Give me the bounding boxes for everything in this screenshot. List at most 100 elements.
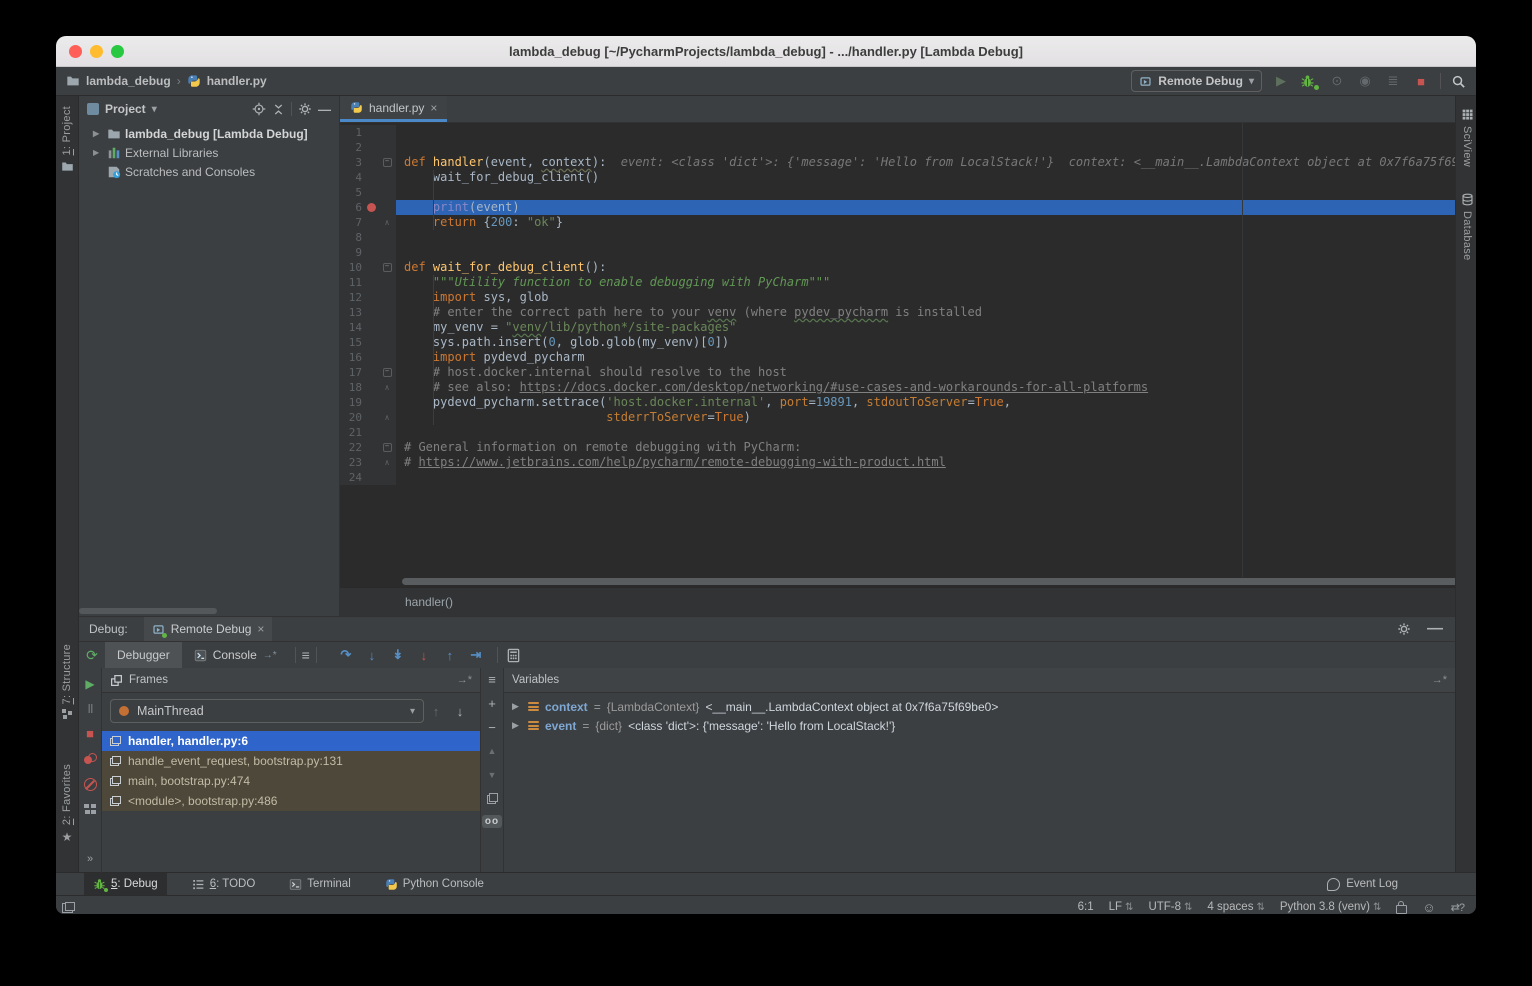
zoom-window-button[interactable] [111,45,124,58]
variable-row[interactable]: ▶context = {LambdaContext} <__main__.Lam… [504,697,1455,716]
move-up-icon[interactable]: ▲ [488,745,497,758]
profiler-button[interactable]: ◉ [1356,73,1374,89]
tab-debugger[interactable]: Debugger [105,642,182,668]
code-text[interactable] [396,125,1476,140]
code-text[interactable]: wait_for_debug_client() [396,170,1476,185]
code-text[interactable]: def wait_for_debug_client(): [396,260,1476,275]
editor-tab-handler[interactable]: handler.py × [340,96,447,122]
more-icon[interactable]: » [87,853,93,865]
code-line-19[interactable]: 19 pydevd_pycharm.settrace('host.docker.… [340,395,1476,410]
breadcrumb-function[interactable]: handler() [405,595,453,609]
variable-row[interactable]: ▶event = {dict} <class 'dict'>: {'messag… [504,716,1455,735]
code-text[interactable]: # see also: https://docs.docker.com/desk… [396,380,1476,395]
duplicate-icon[interactable] [487,793,498,804]
code-line-24[interactable]: 24 [340,470,1476,485]
code-area[interactable]: 123−def handler(event, context): event: … [340,123,1476,577]
step-into-my-code-icon[interactable]: ↓ [411,648,437,663]
fold-marker-area[interactable]: ∧ [380,380,394,395]
editor-gutter[interactable]: 8 [340,230,396,245]
search-icon[interactable] [1451,74,1466,89]
code-text[interactable]: def handler(event, context): event: <cla… [396,155,1476,170]
next-frame-icon[interactable]: ↓ [448,704,472,719]
run-button[interactable]: ▶ [1272,73,1290,89]
code-line-11[interactable]: 11 """Utility function to enable debuggi… [340,275,1476,290]
editor-gutter[interactable]: 4 [340,170,396,185]
tool-window-quick-access-icon[interactable] [62,902,75,913]
stack-frame-row[interactable]: handle_event_request, bootstrap.py:131 [102,751,480,771]
debug-button[interactable] [1300,74,1318,89]
sync-icon[interactable]: ⇄? [1451,901,1464,914]
editor-gutter[interactable]: 20∧ [340,410,396,425]
editor-gutter[interactable]: 21 [340,425,396,440]
tab-console[interactable]: Console →* [182,642,289,668]
code-line-15[interactable]: 15 sys.path.insert(0, glob.glob(my_venv)… [340,335,1476,350]
code-line-22[interactable]: 22−# General information on remote debug… [340,440,1476,455]
editor-gutter[interactable]: 1 [340,125,396,140]
code-text[interactable]: print(event) [396,200,1476,215]
fold-start-icon[interactable]: − [383,443,392,452]
hide-panel-icon[interactable]: — [1427,620,1443,638]
code-text[interactable] [396,470,1476,485]
code-text[interactable]: sys.path.insert(0, glob.glob(my_venv)[0]… [396,335,1476,350]
rerun-icon[interactable]: ⟳ [79,647,105,664]
tool-window-button----todo[interactable]: 6: TODO [183,873,265,895]
code-line-4[interactable]: 4 wait_for_debug_client() [340,170,1476,185]
code-line-23[interactable]: 23∧# https://www.jetbrains.com/help/pych… [340,455,1476,470]
close-window-button[interactable] [69,45,82,58]
view-breakpoints-icon[interactable] [84,753,97,765]
code-text[interactable]: import sys, glob [396,290,1476,305]
code-text[interactable] [396,185,1476,200]
code-text[interactable]: """Utility function to enable debugging … [396,275,1476,290]
code-line-20[interactable]: 20∧ stderrToServer=True) [340,410,1476,425]
code-text[interactable] [396,140,1476,155]
fold-marker-area[interactable]: − [380,158,394,167]
fold-marker-area[interactable]: − [380,263,394,272]
fold-marker-area[interactable]: ∧ [380,215,394,230]
editor-gutter[interactable]: 6 [340,200,396,215]
close-icon[interactable]: × [257,622,264,636]
tool-button-sciview[interactable]: SciView [1461,108,1474,167]
editor-gutter[interactable]: 19 [340,395,396,410]
coverage-button[interactable]: ⊙ [1328,73,1346,89]
code-line-9[interactable]: 9 [340,245,1476,260]
project-tree-item[interactable]: ▶External Libraries [79,143,339,162]
status-item-4-spaces[interactable]: 4 spaces⇅ [1207,901,1264,913]
fold-marker-area[interactable]: ∧ [380,455,394,470]
code-text[interactable]: # https://www.jetbrains.com/help/pycharm… [396,455,1476,470]
code-line-21[interactable]: 21 [340,425,1476,440]
code-text[interactable]: # enter the correct path here to your ve… [396,305,1476,320]
code-text[interactable]: my_venv = "venv/lib/python*/site-package… [396,320,1476,335]
editor-gutter[interactable]: 10− [340,260,396,275]
code-text[interactable]: stderrToServer=True) [396,410,1476,425]
code-text[interactable] [396,425,1476,440]
stack-frame-row[interactable]: handler, handler.py:6 [102,731,480,751]
focus-on-frame-icon[interactable]: →* [457,674,472,686]
editor-gutter[interactable]: 17− [340,365,396,380]
code-line-16[interactable]: 16 import pydevd_pycharm [340,350,1476,365]
code-line-5[interactable]: 5 [340,185,1476,200]
tool-button-project[interactable]: 1: Project [61,106,74,173]
tool-button-favorites[interactable]: 2: Favorites ★ [61,764,73,844]
code-text[interactable]: return {200: "ok"} [396,215,1476,230]
project-tree-item[interactable]: ▶lambda_debug [Lambda Debug] [79,124,339,143]
code-text[interactable] [396,245,1476,260]
stop-icon[interactable]: ■ [86,728,94,740]
previous-frame-icon[interactable]: ↑ [424,704,448,719]
debug-session-tab[interactable]: Remote Debug × [144,617,273,641]
editor-gutter[interactable]: 16 [340,350,396,365]
project-tree-item[interactable]: Scratches and Consoles [79,162,339,181]
code-line-2[interactable]: 2 [340,140,1476,155]
step-over-icon[interactable]: ↷ [333,647,359,663]
move-down-icon[interactable]: ▼ [488,769,497,782]
layout-options-icon[interactable]: ≡ [302,647,310,663]
fold-end-icon[interactable]: ∧ [385,455,390,470]
show-watches-icon[interactable]: oo [482,815,502,828]
focus-icon[interactable]: →* [1432,674,1447,686]
editor-gutter[interactable]: 15 [340,335,396,350]
fold-start-icon[interactable]: − [383,158,392,167]
code-line-14[interactable]: 14 my_venv = "venv/lib/python*/site-pack… [340,320,1476,335]
hector-inspections-icon[interactable]: ☺ [1422,900,1435,915]
scrollbar-thumb[interactable] [402,578,1466,585]
hide-panel-icon[interactable]: — [318,102,331,117]
evaluate-expression-icon[interactable] [506,648,521,663]
